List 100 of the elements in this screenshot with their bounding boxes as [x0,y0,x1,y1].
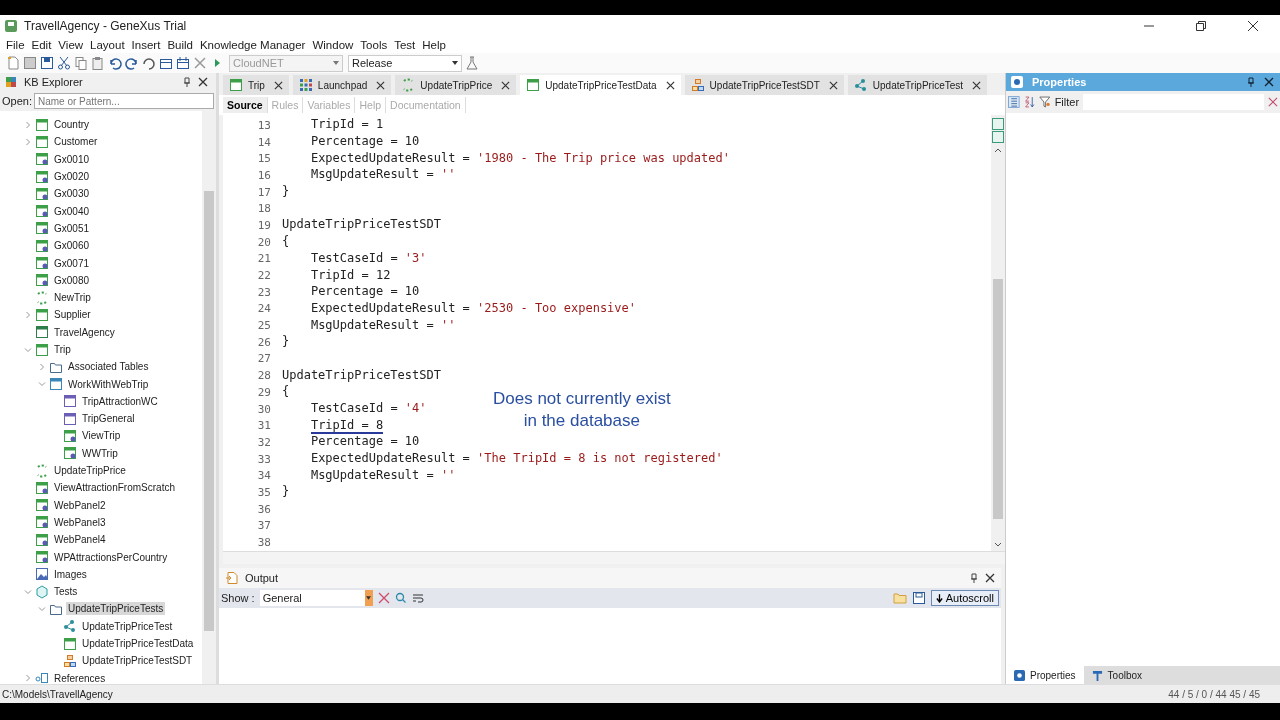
document-tab[interactable]: UpdateTripPriceTest [847,75,988,95]
tree-item[interactable]: WPAttractionsPerCountry [52,550,170,564]
menu-item[interactable]: Insert [131,38,161,51]
tree-item[interactable]: Supplier [52,308,93,322]
tree-item[interactable]: Gx0010 [52,152,92,166]
document-tab[interactable]: UpdateTripPriceTestSDT [684,75,844,95]
save-icon[interactable] [911,591,926,605]
close-icon[interactable] [1247,19,1259,32]
build-icon[interactable] [159,56,173,70]
tree-item[interactable]: UpdateTripPrice [52,464,128,478]
close-icon[interactable] [985,573,995,583]
scroll-down-icon[interactable] [994,542,1002,548]
tree-item[interactable]: UpdateTripPriceTest [80,619,175,633]
tree-item[interactable]: Gx0030 [52,187,92,201]
close-icon[interactable] [665,80,675,90]
configuration-dropdown[interactable]: Release [348,54,462,72]
tree-item[interactable]: TripGeneral [80,412,137,426]
document-tab[interactable]: UpdateTripPrice [395,75,517,95]
tree-item[interactable]: WorkWithWebTrip [66,377,151,391]
copy-icon[interactable] [74,56,88,70]
menu-item[interactable]: Window [312,38,354,51]
refresh-icon[interactable] [142,56,156,70]
document-tab[interactable]: UpdateTripPriceTestData [520,75,681,95]
redo-icon[interactable] [125,56,139,70]
close-icon[interactable] [501,80,511,90]
cut-icon[interactable] [57,56,71,70]
tree-item[interactable]: WebPanel2 [52,498,108,512]
scrollbar[interactable] [202,111,216,684]
pin-icon[interactable] [1246,77,1256,87]
panel-tab[interactable]: Toolbox [1083,666,1151,684]
search-icon[interactable] [394,592,407,604]
menu-item[interactable]: Test [394,38,416,51]
sort-az-icon[interactable] [1023,95,1036,109]
tree-item[interactable]: WebPanel4 [52,533,108,547]
tree-item[interactable]: Associated Tables [66,360,151,374]
tree-item[interactable]: TravelAgency [52,325,117,339]
search-field[interactable]: Name or Pattern... [33,93,214,109]
close-icon[interactable] [1264,77,1274,87]
menu-item[interactable]: View [58,38,84,51]
menu-item[interactable]: Edit [31,38,52,51]
close-icon[interactable] [972,80,982,90]
panel-tab[interactable]: Properties [1006,666,1084,684]
scroll-up-icon[interactable] [994,147,1002,153]
tree-item[interactable]: UpdateTripPriceTestData [80,637,196,651]
open-label: Open: [2,95,32,107]
close-icon[interactable] [828,80,838,90]
tree-item[interactable]: Images [52,567,89,581]
document-tab[interactable]: Launchpad [292,75,392,95]
tree-item[interactable]: References [52,671,108,685]
tree-item[interactable]: Customer [52,135,100,149]
save-icon[interactable] [23,56,37,70]
tree-item[interactable]: Tests [52,585,80,599]
editor-tab[interactable]: Source [223,97,268,113]
close-icon[interactable] [376,80,386,90]
tree-item[interactable]: WWTrip [80,446,120,460]
tree-item[interactable]: Gx0071 [52,256,92,270]
menu-item[interactable]: Knowledge Manager [199,38,306,51]
menu-item[interactable]: Build [167,38,193,51]
close-icon[interactable] [198,77,208,87]
pin-icon[interactable] [182,77,192,87]
tree-item[interactable]: ViewTrip [80,429,123,443]
pin-icon[interactable] [969,573,979,583]
tree-item[interactable]: NewTrip [52,291,93,305]
save-all-icon[interactable] [40,56,54,70]
paste-icon[interactable] [91,56,105,70]
show-dropdown[interactable]: General [259,590,373,606]
tree-item[interactable]: UpdateTripPriceTests [66,602,166,616]
filter-icon[interactable] [1039,95,1051,109]
menu-item[interactable]: Tools [360,38,388,51]
menu-item[interactable]: File [6,38,25,51]
tree-item[interactable]: Trip [52,343,73,356]
tree-item[interactable]: TripAttractionWC [80,394,160,408]
tree-item[interactable]: Gx0040 [52,204,92,218]
categorized-icon[interactable] [1008,95,1020,109]
tree-item[interactable]: Gx0080 [52,273,92,287]
tree-item[interactable]: WebPanel3 [52,515,108,529]
undo-icon[interactable] [108,56,122,70]
menu-item[interactable]: Layout [90,38,125,51]
document-tab[interactable]: Trip [223,75,289,95]
rebuild-icon[interactable] [176,56,190,70]
tree-item[interactable]: Country [52,118,91,132]
scrollbar[interactable] [991,115,1005,551]
unittest-icon [853,78,868,92]
clear-icon[interactable] [377,592,390,604]
menu-item[interactable]: Help [422,38,446,51]
clear-icon[interactable] [1268,96,1278,108]
scrollbar[interactable] [223,551,1005,564]
close-icon[interactable] [273,80,283,90]
autoscroll-button[interactable]: Autoscroll [930,590,999,606]
table-icon [35,134,49,149]
wrap-icon[interactable] [411,592,424,604]
tree-item[interactable]: Gx0060 [52,239,92,253]
tree-item[interactable]: Gx0051 [52,221,92,235]
tree-item[interactable]: UpdateTripPriceTestSDT [80,654,195,668]
tree-item[interactable]: ViewAttractionFromScratch [52,481,177,495]
new-file-icon[interactable] [6,56,20,70]
restore-icon[interactable] [1195,19,1207,32]
split-icon[interactable] [992,118,1004,144]
flask-icon[interactable] [465,56,479,70]
tree-item[interactable]: Gx0020 [52,170,92,184]
